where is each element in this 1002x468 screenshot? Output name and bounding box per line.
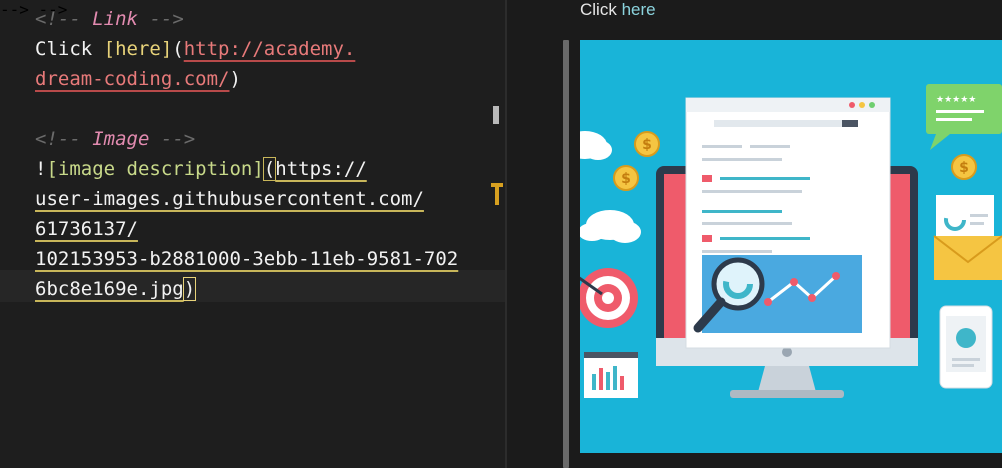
preview-image: $ $ $ ★★★★★ [580,40,1002,453]
svg-text:$: $ [642,137,652,153]
image-paren-open: ( [262,157,277,181]
image-bang: ! [35,158,47,180]
link-label: [here] [103,38,173,60]
link-comment-label: Link [92,8,138,30]
svg-text:$: $ [621,171,631,187]
comment-open: <!-- [35,128,81,150]
image-markdown-line: ![image description](https:// [35,154,367,184]
chat-bubble-icon: ★★★★★ [926,84,1002,150]
link-url-part1[interactable]: http://academy. [184,38,356,60]
link-comment-line: <!-- Link --> [35,4,184,34]
comment-close: --> [160,128,196,150]
image-comment-label: Image [92,128,150,150]
image-url-part4[interactable]: 102153953-b2881000-3ebb-11eb-9581-702 [35,248,458,270]
image-url-part5[interactable]: 6bc8e169e.jpg [35,278,184,300]
link-url-part2[interactable]: dream-coding.com/ [35,68,229,90]
comment-open: <!-- [35,8,81,30]
link-markdown-line: Click [here](http://academy. [35,34,355,64]
svg-text:★★★★★: ★★★★★ [936,95,976,105]
bar-chart-card-icon [584,352,638,398]
cursor-marker [495,183,499,205]
preview-link-here[interactable]: here [622,0,656,19]
preview-scrollbar[interactable] [563,40,569,468]
phone-cart-icon [939,305,993,389]
comment-close: --> [149,8,184,30]
image-comment-line: <!-- Image --> [35,124,195,154]
markdown-preview: Click here $ $ $ ★★★★★ [507,0,1002,468]
image-url-wrap-1: user-images.githubusercontent.com/ [35,184,424,214]
markdown-editor[interactable]: --> <!-- Link --> Click [here](http://ac… [0,0,505,468]
scrollbar-marker [493,106,499,124]
image-url-wrap-2: 61736137/ [35,214,138,244]
image-alt: [image description] [46,158,264,180]
svg-text:$: $ [959,160,969,176]
link-text-prefix: Click [35,38,104,60]
preview-link-paragraph: Click here [580,0,656,20]
image-paren-close: ) [182,277,197,301]
preview-click-prefix: Click [580,0,622,19]
image-url-wrap-4: 6bc8e169e.jpg) [35,274,197,304]
image-url-part1[interactable]: https:// [275,158,367,180]
image-url-wrap-3: 102153953-b2881000-3ebb-11eb-9581-702 [35,244,458,274]
link-paren-open: ( [172,38,184,60]
link-markdown-line-wrap: dream-coding.com/) [35,64,241,94]
image-url-part2[interactable]: user-images.githubusercontent.com/ [35,188,424,210]
envelope-icon [933,235,1002,280]
image-url-part3[interactable]: 61736137/ [35,218,138,240]
target-icon [580,268,638,328]
link-paren-close: ) [229,68,241,90]
